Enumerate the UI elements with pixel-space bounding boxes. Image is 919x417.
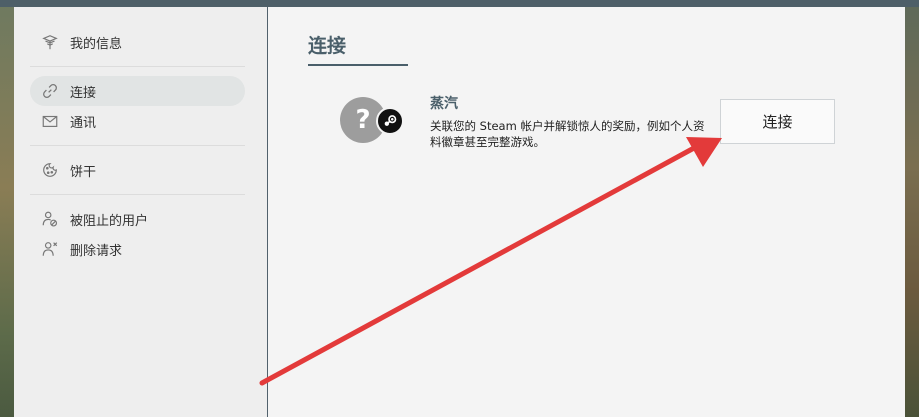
link-icon [40, 81, 60, 101]
sidebar-item-label: 被阻止的用户 [70, 213, 149, 229]
connection-info: 蒸汽 关联您的 Steam 帐户并解锁惊人的奖励，例如个人资料徽章甚至完整游戏。 [430, 91, 710, 150]
sidebar-item-newsletter[interactable]: 通讯 [30, 106, 245, 136]
sidebar-item-label: 通讯 [70, 115, 97, 131]
settings-window: 我的信息 连接 通讯 饼干 被阻止的用户 删除请求 连接 ? 蒸汽 关联您的 S… [14, 7, 905, 417]
sidebar-item-cookies[interactable]: 饼干 [30, 155, 245, 185]
sidebar-item-label: 连接 [70, 85, 97, 101]
background-left [0, 0, 14, 417]
mail-icon [40, 111, 60, 131]
sidebar-divider [30, 194, 245, 195]
gift-icon [40, 32, 60, 52]
connection-name: 蒸汽 [430, 96, 458, 112]
sidebar-item-my-info[interactable]: 我的信息 [30, 27, 245, 57]
cookie-icon [40, 160, 60, 180]
connection-description: 关联您的 Steam 帐户并解锁惊人的奖励，例如个人资料徽章甚至完整游戏。 [430, 119, 705, 149]
sidebar-item-blocked-users[interactable]: 被阻止的用户 [30, 204, 245, 234]
sidebar-item-label: 删除请求 [70, 243, 123, 259]
main-content: 连接 ? 蒸汽 关联您的 Steam 帐户并解锁惊人的奖励，例如个人资料徽章甚至… [268, 7, 905, 417]
sidebar: 我的信息 连接 通讯 饼干 被阻止的用户 删除请求 [14, 7, 268, 417]
connect-button[interactable]: 连接 [720, 99, 835, 144]
background-right [905, 0, 919, 417]
steam-icon [376, 107, 404, 135]
sidebar-item-label: 饼干 [70, 164, 97, 180]
window-top-bar [0, 0, 919, 7]
sidebar-divider [30, 66, 245, 67]
sidebar-item-label: 我的信息 [70, 36, 123, 52]
remove-user-icon [40, 239, 60, 259]
sidebar-item-connections[interactable]: 连接 [30, 76, 245, 106]
avatar: ? [340, 91, 410, 151]
steam-connection-card: ? 蒸汽 关联您的 Steam 帐户并解锁惊人的奖励，例如个人资料徽章甚至完整游… [340, 91, 710, 151]
page-title: 连接 [308, 31, 408, 66]
sidebar-item-deletion-request[interactable]: 删除请求 [30, 234, 245, 264]
blocked-user-icon [40, 209, 60, 229]
sidebar-divider [30, 145, 245, 146]
